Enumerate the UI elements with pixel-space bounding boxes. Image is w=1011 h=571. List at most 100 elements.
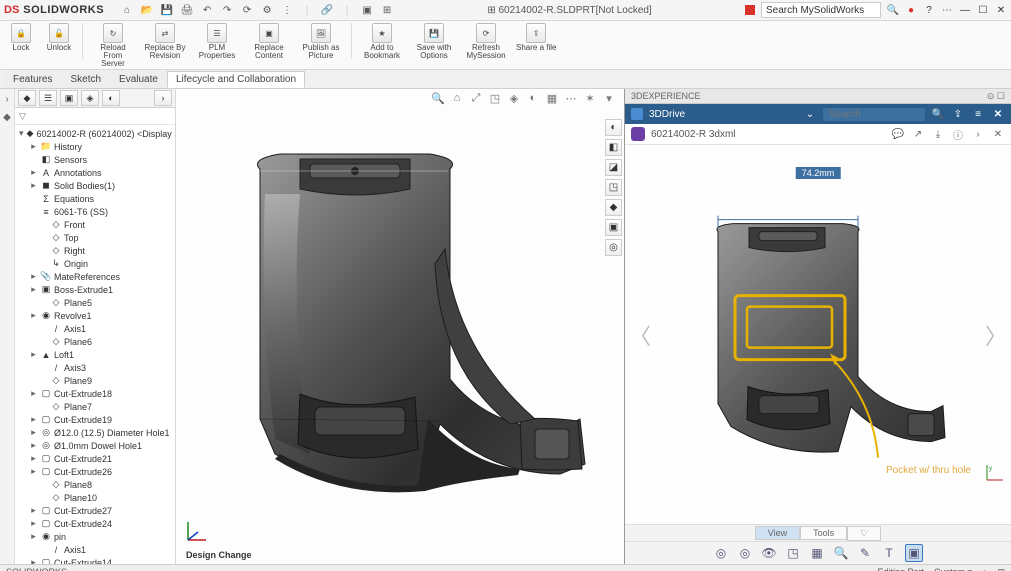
search-icon[interactable]: 🔍 xyxy=(887,4,899,16)
part-icon[interactable]: ◆ xyxy=(1,111,13,123)
tree-node[interactable]: ◇Plane8 xyxy=(15,478,175,491)
settings-icon[interactable]: ⚙ xyxy=(260,3,274,17)
minimize-icon[interactable]: — xyxy=(959,4,971,16)
tree-node[interactable]: ΣEquations xyxy=(15,192,175,205)
tree-node[interactable]: ▸▢Cut-Extrude27 xyxy=(15,504,175,517)
hud-tool-icon[interactable]: ✶ xyxy=(583,91,597,105)
drive-search-icon[interactable]: 🔍 xyxy=(931,107,945,121)
tree-node[interactable]: ▸▢Cut-Extrude14 xyxy=(15,556,175,564)
hud-tool-icon[interactable]: ◐ xyxy=(526,91,540,105)
graphics-viewport[interactable]: 🔍⌂⤢◳◈◐▦⋯✶▾ ◐◧◪◳◆▣◎ xyxy=(176,89,624,564)
tree-node[interactable]: ◇Plane9 xyxy=(15,374,175,387)
chevron-down-icon[interactable]: ⌄ xyxy=(803,107,817,121)
tree-root[interactable]: ▾◆60214002-R (60214002) <Display St… xyxy=(15,127,175,140)
tree-node[interactable]: ◇Plane10 xyxy=(15,491,175,504)
preview-tool-icon[interactable]: 👁 xyxy=(761,545,777,561)
tree-node[interactable]: ▸AAnnotations xyxy=(15,166,175,179)
tree-node[interactable]: ▸◎Ø12.0 (12.5) Diameter Hole1 xyxy=(15,426,175,439)
print-icon[interactable]: 🖨 xyxy=(180,3,194,17)
ribbon-refresh-mysession[interactable]: ⟳Refresh MySession xyxy=(462,23,510,60)
hud-tool-icon[interactable]: ⌂ xyxy=(450,91,464,105)
redo-icon[interactable]: ↷ xyxy=(220,3,234,17)
ribbon-save-with-options[interactable]: 💾Save with Options xyxy=(410,23,458,60)
tree-node[interactable]: /Axis1 xyxy=(15,543,175,556)
comment-icon[interactable]: 💬 xyxy=(891,127,905,141)
hud-tool-icon[interactable]: ⋯ xyxy=(564,91,578,105)
options-icon[interactable]: ⋮ xyxy=(280,3,294,17)
preview-tool-icon[interactable]: 🔍 xyxy=(833,545,849,561)
hud-tool-icon[interactable]: 🔍 xyxy=(431,91,445,105)
rebuild-icon[interactable]: ⟳ xyxy=(240,3,254,17)
undo-icon[interactable]: ↶ xyxy=(200,3,214,17)
hud-tool-icon[interactable]: ⤢ xyxy=(469,91,483,105)
tree-node[interactable]: ▸▣Boss-Extrude1 xyxy=(15,283,175,296)
close-icon[interactable]: ✕ xyxy=(995,4,1007,16)
tile-icon[interactable]: ⊞ xyxy=(380,3,394,17)
download-icon[interactable]: ⤓ xyxy=(931,127,945,141)
hud-tool-icon[interactable]: ◳ xyxy=(488,91,502,105)
hud-tool-icon[interactable]: ▦ xyxy=(545,91,559,105)
preview-tab-tools[interactable]: Tools xyxy=(800,526,847,540)
search-mysolidworks-input[interactable]: Search MySolidWorks xyxy=(761,2,881,18)
preview-tool-icon[interactable]: T xyxy=(881,545,897,561)
favorite-icon[interactable]: ♡ xyxy=(847,526,881,541)
tree-node[interactable]: ▸▢Cut-Extrude19 xyxy=(15,413,175,426)
fm-tab-prop[interactable]: ☰ xyxy=(39,90,57,106)
tree-node[interactable]: ◇Top xyxy=(15,231,175,244)
tab-lifecycle-and-collaboration[interactable]: Lifecycle and Collaboration xyxy=(167,71,305,88)
info-icon[interactable]: ⓘ xyxy=(951,127,965,141)
more-icon[interactable]: › xyxy=(971,127,985,141)
fm-tab-expand[interactable]: › xyxy=(154,90,172,106)
tree-node[interactable]: ▸▢Cut-Extrude26 xyxy=(15,465,175,478)
tree-node[interactable]: ▸◎Ø1.0mm Dowel Hole1 xyxy=(15,439,175,452)
user-icon[interactable]: ● xyxy=(905,4,917,16)
tree-node[interactable]: ▸▢Cut-Extrude24 xyxy=(15,517,175,530)
status-units[interactable]: Custom ▾ xyxy=(934,567,972,571)
tree-node[interactable]: ▸▢Cut-Extrude21 xyxy=(15,452,175,465)
preview-viewport[interactable]: 〈 〉 74.2mm xyxy=(625,145,1011,524)
panel-close-icon[interactable]: ☐ xyxy=(997,91,1005,101)
preview-tool-icon[interactable]: ◎ xyxy=(713,545,729,561)
tree-node[interactable]: ▸▲Loft1 xyxy=(15,348,175,361)
preview-tool-icon[interactable]: ▦ xyxy=(809,545,825,561)
reshare-icon[interactable]: ↗ xyxy=(911,127,925,141)
preview-tool-icon[interactable]: ◎ xyxy=(737,545,753,561)
share-icon[interactable]: ⇪ xyxy=(951,107,965,121)
ribbon-add-to-bookmark[interactable]: ★Add to Bookmark xyxy=(358,23,406,60)
drive-search-input[interactable] xyxy=(823,108,925,121)
fm-tab-config[interactable]: ▣ xyxy=(60,90,78,106)
tree-node[interactable]: ◧Sensors xyxy=(15,153,175,166)
ribbon-lock[interactable]: 🔒Lock xyxy=(4,23,38,52)
ribbon-plm-properties[interactable]: ☰PLM Properties xyxy=(193,23,241,60)
next-icon[interactable]: 〉 xyxy=(985,319,1007,351)
ribbon-unlock[interactable]: 🔓Unlock xyxy=(42,23,76,52)
tree-node[interactable]: ▸◉pin xyxy=(15,530,175,543)
preview-tool-icon[interactable]: ✎ xyxy=(857,545,873,561)
tree-node[interactable]: ▸◉Revolve1 xyxy=(15,309,175,322)
fm-tab-display[interactable]: ◐ xyxy=(102,90,120,106)
ribbon-publish-as-picture[interactable]: 🖼Publish as Picture xyxy=(297,23,345,60)
tree-node[interactable]: ▸📁History xyxy=(15,140,175,153)
ribbon-share-a-file[interactable]: ⇪Share a file xyxy=(514,23,558,52)
ribbon-replace-content[interactable]: ▣Replace Content xyxy=(245,23,293,60)
tree-node[interactable]: ◇Plane7 xyxy=(15,400,175,413)
drive-close-icon[interactable]: ✕ xyxy=(991,107,1005,121)
tree-node[interactable]: ↳Origin xyxy=(15,257,175,270)
hud-tool-icon[interactable]: ◈ xyxy=(507,91,521,105)
tree-node[interactable]: ◇Plane6 xyxy=(15,335,175,348)
arrow-icon[interactable]: › xyxy=(1,93,13,105)
pin-icon[interactable]: ⊙ xyxy=(987,91,995,101)
tree-node[interactable]: /Axis1 xyxy=(15,322,175,335)
menu-icon[interactable]: ≡ xyxy=(971,107,985,121)
box-icon[interactable]: ▣ xyxy=(360,3,374,17)
ds-cloud-icon[interactable] xyxy=(745,5,755,15)
tree-node[interactable]: ◇Front xyxy=(15,218,175,231)
help-icon[interactable]: ? xyxy=(923,4,935,16)
hud-tool-icon[interactable]: ▾ xyxy=(602,91,616,105)
status-icon[interactable]: ◐ xyxy=(982,567,987,571)
tab-sketch[interactable]: Sketch xyxy=(61,71,110,88)
tree-node[interactable]: ▸▢Cut-Extrude18 xyxy=(15,387,175,400)
preview-tool-icon[interactable]: ▣ xyxy=(905,544,923,562)
file-close-icon[interactable]: ✕ xyxy=(991,127,1005,141)
preview-tool-icon[interactable]: ◳ xyxy=(785,545,801,561)
